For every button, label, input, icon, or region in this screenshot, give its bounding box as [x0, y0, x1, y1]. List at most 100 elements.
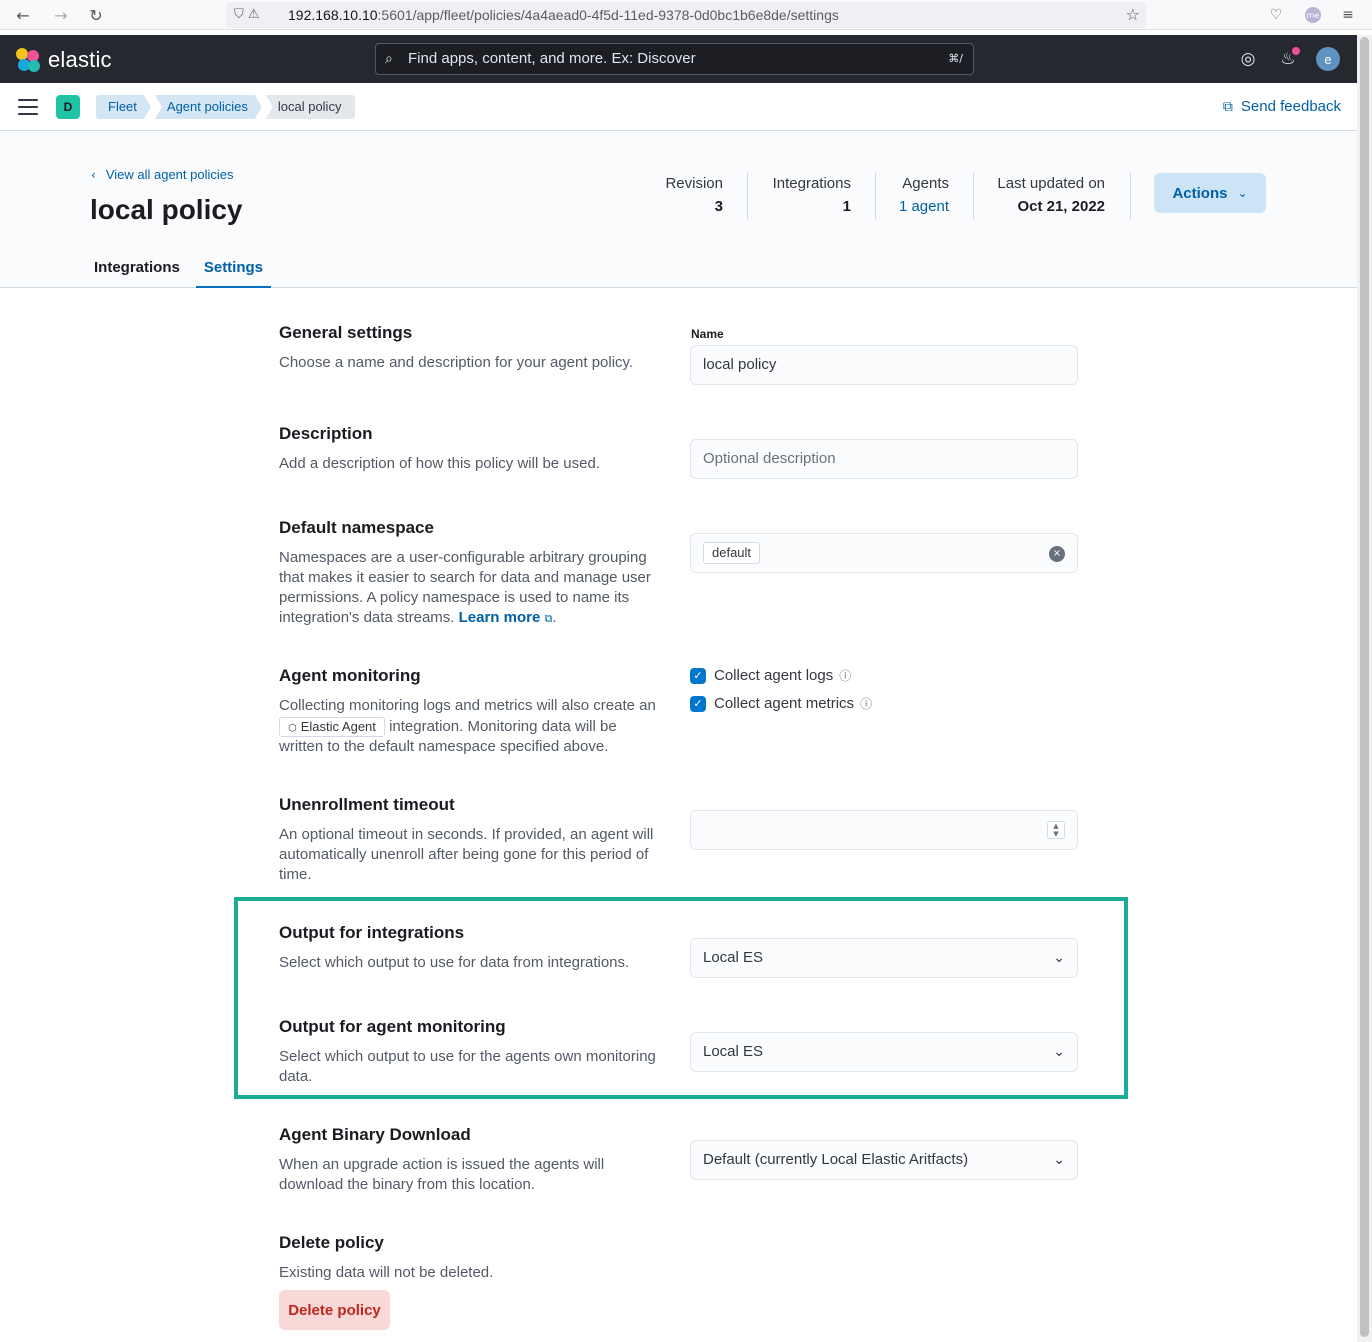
delete-policy-desc: Existing data will not be deleted.	[279, 1264, 494, 1281]
stat-last-updated: Last updated on Oct 21, 2022	[997, 175, 1105, 215]
user-avatar[interactable]: e	[1316, 47, 1340, 71]
stat-updated-label: Last updated on	[997, 175, 1105, 192]
send-feedback-link[interactable]: ⧉ Send feedback	[1223, 95, 1341, 119]
search-placeholder: Find apps, content, and more. Ex: Discov…	[408, 50, 696, 67]
breadcrumb-bar: D Fleet Agent policies local policy ⧉ Se…	[0, 83, 1357, 131]
elastic-logo[interactable]: elastic	[16, 47, 112, 73]
back-link-label: View all agent policies	[105, 167, 234, 182]
help-icon[interactable]: ◎	[1236, 47, 1260, 71]
collect-metrics-checkbox[interactable]: ✓ Collect agent metrics ⓘ	[690, 695, 872, 712]
namespace-title: Default namespace	[279, 518, 434, 537]
unenrollment-title: Unenrollment timeout	[279, 795, 455, 814]
stat-integrations-value: 1	[842, 198, 851, 215]
page-scrollbar[interactable]	[1357, 35, 1372, 1342]
checkmark-icon: ✓	[690, 695, 706, 712]
description-title: Description	[279, 424, 373, 443]
binary-download-desc: When an upgrade action is issued the age…	[279, 1156, 605, 1193]
hamburger-menu-icon[interactable]	[18, 97, 38, 117]
shield-lock-icon: ⛉ ⚠	[234, 7, 260, 22]
delete-policy-button[interactable]: Delete policy	[279, 1290, 390, 1330]
description-field[interactable]: Optional description	[690, 439, 1078, 479]
browser-menu-icon[interactable]: ≡	[1338, 4, 1358, 26]
binary-download-select[interactable]: Default (currently Local Elastic Aritfac…	[690, 1140, 1078, 1180]
learn-more-link[interactable]: Learn more ⧉	[459, 609, 553, 626]
stat-revision-label: Revision	[665, 175, 723, 192]
checkmark-icon: ✓	[690, 667, 706, 684]
page-title: local policy	[90, 194, 243, 225]
learn-more-label: Learn more	[458, 609, 541, 626]
external-link-icon: ⧉	[544, 612, 553, 625]
output-monitoring-value: Local ES	[703, 1043, 764, 1060]
output-integrations-select[interactable]: Local ES ⌄	[690, 938, 1078, 978]
output-integrations-title: Output for integrations	[279, 923, 465, 942]
stat-agents-label: Agents	[902, 175, 949, 192]
stat-updated-value: Oct 21, 2022	[1017, 198, 1105, 215]
binary-download-title: Agent Binary Download	[279, 1125, 471, 1144]
breadcrumb: Fleet Agent policies local policy	[96, 95, 356, 119]
collect-logs-checkbox[interactable]: ✓ Collect agent logs ⓘ	[690, 667, 851, 684]
clear-icon[interactable]: ×	[1049, 546, 1065, 562]
output-integrations-desc: Select which output to use for data from…	[279, 954, 630, 971]
chevron-left-icon: ‹	[91, 167, 96, 182]
space-avatar[interactable]: D	[56, 95, 80, 119]
elastic-agent-badge-label: Elastic Agent	[300, 718, 376, 734]
forward-arrow-icon[interactable]: →	[50, 4, 72, 26]
chevron-down-icon: ⌄	[1053, 950, 1065, 966]
delete-policy-title: Delete policy	[279, 1233, 384, 1252]
output-monitoring-select[interactable]: Local ES ⌄	[690, 1032, 1078, 1072]
output-monitoring-title: Output for agent monitoring	[279, 1017, 506, 1036]
tab-settings[interactable]: Settings	[195, 249, 272, 288]
brand-name: elastic	[48, 47, 112, 72]
global-search-input[interactable]: ⌕ Find apps, content, and more. Ex: Disc…	[375, 43, 974, 75]
stat-divider	[875, 173, 876, 219]
unenrollment-timeout-input[interactable]: ▲ ▼	[690, 810, 1078, 850]
stat-divider	[747, 173, 748, 219]
agents-count-link[interactable]: 1 agent	[899, 198, 949, 215]
collect-logs-label: Collect agent logs	[714, 667, 834, 684]
package-icon: ⬡	[288, 722, 297, 734]
profile-avatar[interactable]: me	[1303, 4, 1323, 26]
address-bar[interactable]: ⛉ ⚠ 192.168.10.10:5601/app/fleet/policie…	[226, 2, 1146, 28]
view-all-policies-link[interactable]: ‹ View all agent policies	[91, 167, 233, 182]
actions-button[interactable]: Actions ⌄	[1154, 173, 1266, 213]
browser-toolbar: ← → ↻ ⛉ ⚠ 192.168.10.10:5601/app/fleet/p…	[0, 0, 1372, 30]
news-feed-icon[interactable]: ♨	[1276, 47, 1300, 71]
general-settings-title: General settings	[279, 323, 413, 342]
namespace-chip: default	[703, 542, 761, 564]
search-shortcut: ⌘/	[948, 52, 963, 65]
description-desc: Add a description of how this policy wil…	[279, 455, 601, 472]
pocket-icon[interactable]: ♡	[1266, 4, 1286, 26]
stat-revision: Revision 3	[665, 175, 723, 215]
namespace-combobox[interactable]: default ×	[690, 533, 1078, 573]
chevron-down-icon: ⌄	[1053, 1152, 1065, 1168]
tab-integrations[interactable]: Integrations	[86, 249, 188, 288]
name-field[interactable]: local policy	[690, 345, 1078, 385]
stat-integrations: Integrations 1	[773, 175, 851, 215]
info-icon[interactable]: ⓘ	[839, 667, 851, 684]
stat-revision-value: 3	[714, 198, 723, 215]
back-arrow-icon[interactable]: ←	[12, 4, 34, 26]
scrollbar-thumb[interactable]	[1360, 37, 1369, 1337]
agent-monitoring-title: Agent monitoring	[279, 666, 421, 685]
chevron-down-icon: ⌄	[1237, 186, 1248, 200]
bookmark-star-icon[interactable]: ☆	[1126, 2, 1140, 28]
elastic-logo-icon	[16, 48, 40, 72]
namespace-desc: Namespaces are a user-configurable arbit…	[279, 549, 651, 626]
number-stepper-icon[interactable]: ▲ ▼	[1047, 821, 1065, 839]
chevron-down-icon: ⌄	[1053, 1044, 1065, 1060]
collect-metrics-label: Collect agent metrics	[714, 695, 855, 712]
reload-icon[interactable]: ↻	[85, 4, 107, 26]
agent-monitoring-desc: Collecting monitoring logs and metrics w…	[279, 696, 664, 758]
breadcrumb-fleet[interactable]: Fleet	[96, 95, 151, 119]
stat-divider	[973, 173, 974, 219]
actions-label: Actions	[1172, 184, 1228, 202]
breadcrumb-local-policy: local policy	[265, 95, 356, 119]
elastic-agent-badge: ⬡ Elastic Agent	[279, 716, 385, 737]
unenrollment-desc: An optional timeout in seconds. If provi…	[279, 826, 654, 883]
stat-agents: Agents 1 agent	[899, 175, 949, 215]
output-integrations-value: Local ES	[703, 949, 764, 966]
name-label: Name	[691, 327, 724, 341]
info-icon[interactable]: ⓘ	[860, 695, 872, 712]
url-text: 192.168.10.10:5601/app/fleet/policies/4a…	[288, 7, 839, 23]
breadcrumb-agent-policies[interactable]: Agent policies	[155, 95, 262, 119]
